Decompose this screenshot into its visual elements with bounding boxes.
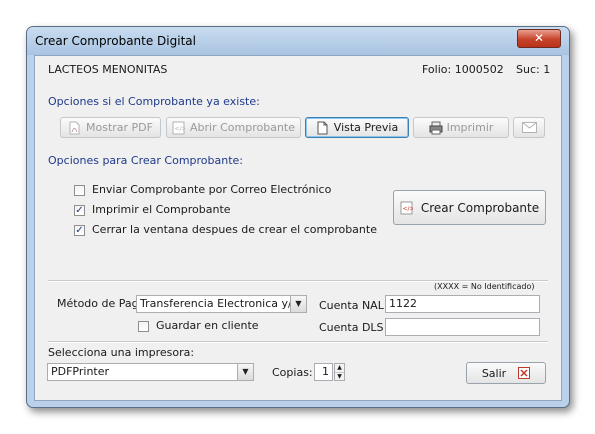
crear-comprobante-button[interactable]: </> Crear Comprobante: [393, 190, 546, 225]
cuenta-dls-input[interactable]: [385, 318, 540, 336]
close-icon: [518, 367, 531, 379]
salir-label: Salir: [481, 366, 507, 380]
divider: [48, 341, 548, 343]
abrir-comprobante-button[interactable]: </> Abrir Comprobante: [166, 117, 301, 138]
copias-spinner[interactable]: ▲ ▼: [334, 363, 345, 381]
checkmark-icon: ✓: [75, 205, 84, 216]
title-bar[interactable]: Crear Comprobante Digital ✕: [27, 27, 569, 55]
impresora-select[interactable]: PDFPrinter ▼: [47, 363, 254, 381]
svg-text:</>: </>: [402, 205, 413, 212]
impresora-value: PDFPrinter: [51, 365, 110, 378]
cuenta-nal-label: Cuenta NAL: [319, 299, 384, 312]
chevron-down-icon[interactable]: ▼: [290, 296, 306, 312]
guardar-cliente-checkbox[interactable]: [138, 321, 149, 332]
cerrar-ventana-checkbox[interactable]: ✓: [74, 225, 85, 236]
email-button[interactable]: [513, 117, 545, 138]
existing-section-title: Opciones si el Comprobante ya existe:: [48, 95, 260, 108]
mostrar-pdf-label: Mostrar PDF: [86, 121, 153, 134]
printer-icon: [429, 121, 443, 135]
pdf-icon: [68, 121, 81, 135]
close-icon: ✕: [533, 31, 545, 45]
cerrar-ventana-label: Cerrar la ventana despues de crear el co…: [92, 223, 377, 236]
cuenta-nal-input[interactable]: 1122: [385, 295, 540, 313]
chevron-down-icon[interactable]: ▼: [237, 364, 253, 380]
imprimir-checkbox[interactable]: ✓: [74, 205, 85, 216]
vista-previa-button[interactable]: Vista Previa: [305, 117, 409, 138]
salir-button[interactable]: Salir: [466, 362, 546, 384]
cuenta-dls-label: Cuenta DLS: [319, 321, 384, 334]
xml-file-icon: </>: [172, 121, 187, 135]
chevron-down-icon[interactable]: ▼: [335, 373, 344, 381]
impresora-label: Selecciona una impresora:: [48, 346, 195, 359]
folio-label: Folio: 1000502: [422, 63, 504, 76]
imprimir-label: Imprimir: [446, 121, 494, 134]
copias-label: Copias:: [272, 366, 313, 379]
checkmark-icon: ✓: [75, 225, 84, 236]
metodo-pago-label: Método de Pago: [57, 297, 146, 310]
copias-input[interactable]: 1: [314, 363, 333, 381]
no-identificado-note: (XXXX = No Identificado): [434, 282, 535, 291]
close-button[interactable]: ✕: [517, 29, 561, 48]
abrir-comprobante-label: Abrir Comprobante: [190, 121, 295, 134]
document-icon: [316, 121, 329, 135]
metodo-pago-select[interactable]: Transferencia Electronica y/o ▼: [136, 295, 307, 313]
crear-comprobante-label: Crear Comprobante: [420, 200, 540, 215]
guardar-cliente-label: Guardar en cliente: [156, 319, 259, 332]
imprimir-option-label: Imprimir el Comprobante: [92, 203, 231, 216]
suc-label: Suc: 1: [516, 63, 551, 76]
create-section-title: Opciones para Crear Comprobante:: [48, 154, 244, 167]
enviar-correo-label: Enviar Comprobante por Correo Electrónic…: [92, 183, 332, 196]
window-title: Crear Comprobante Digital: [35, 34, 196, 48]
chevron-up-icon[interactable]: ▲: [335, 364, 344, 373]
metodo-pago-value: Transferencia Electronica y/o: [140, 297, 299, 310]
envelope-icon: [521, 122, 537, 133]
enviar-correo-checkbox[interactable]: [74, 185, 85, 196]
svg-text:</>: </>: [175, 125, 186, 132]
vista-previa-label: Vista Previa: [333, 121, 399, 134]
imprimir-button[interactable]: Imprimir: [413, 117, 509, 138]
dialog-window: Crear Comprobante Digital ✕ LACTEOS MENO…: [26, 26, 570, 408]
mostrar-pdf-button[interactable]: Mostrar PDF: [60, 117, 161, 138]
xml-file-icon: </>: [400, 201, 414, 215]
company-name: LACTEOS MENONITAS: [48, 63, 168, 76]
dialog-body: LACTEOS MENONITAS Folio: 1000502 Suc: 1 …: [34, 55, 562, 401]
